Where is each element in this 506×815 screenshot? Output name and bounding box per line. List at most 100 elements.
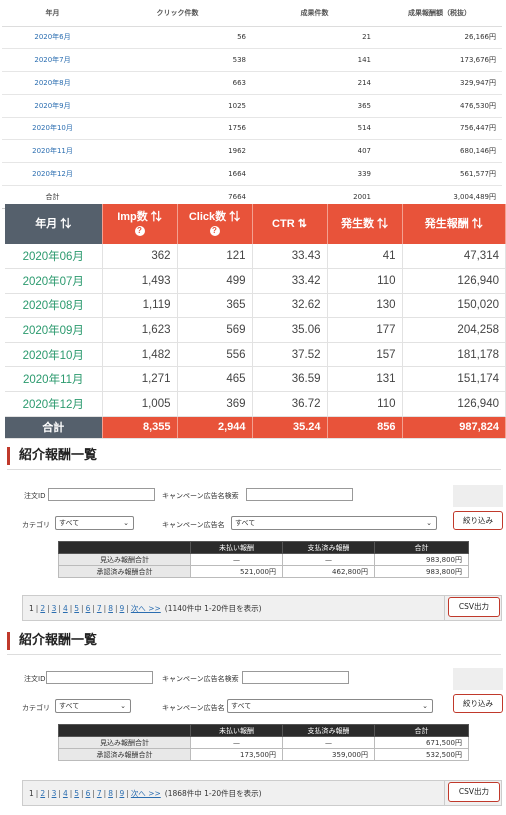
order-id-input[interactable] bbox=[46, 671, 153, 684]
monthly-summary-table: 年月 クリック件数 成果件数 成果報酬額（税抜） 2020年6月 56 21 26,1… bbox=[2, 0, 502, 209]
sort-header-ctr[interactable]: CTR ⇅ bbox=[252, 204, 328, 244]
csv-export-button[interactable]: CSV出力 bbox=[448, 597, 500, 617]
sort-header-month[interactable]: 年月 ⇅ bbox=[5, 204, 103, 244]
ctr-cell: 32.62 bbox=[252, 293, 328, 319]
page-separator: | bbox=[47, 604, 50, 613]
page-separator: | bbox=[81, 789, 84, 798]
next-page-link[interactable]: 次へ >> bbox=[131, 789, 161, 798]
ctr-cell: 35.06 bbox=[252, 317, 328, 343]
page-separator: | bbox=[58, 604, 61, 613]
pager-info: (1140件中 1-20件目を表示) bbox=[164, 604, 262, 613]
campaign-name-label: キャンペーン広告名 bbox=[162, 704, 225, 712]
category-select[interactable]: すべて ⌄ bbox=[55, 516, 134, 530]
next-page-link[interactable]: 次へ >> bbox=[131, 604, 161, 613]
total-reward: 987,824 bbox=[402, 416, 506, 439]
page-link[interactable]: 6 bbox=[86, 604, 91, 613]
page-link[interactable]: 9 bbox=[120, 789, 125, 798]
page-link[interactable]: 6 bbox=[86, 789, 91, 798]
page-link[interactable]: 4 bbox=[63, 604, 68, 613]
month-link[interactable]: 2020年07月 bbox=[5, 268, 103, 294]
help-icon[interactable]: ? bbox=[134, 226, 145, 236]
results-cell: 21 bbox=[252, 26, 377, 50]
campaign-select[interactable]: すべて ⌄ bbox=[227, 699, 433, 713]
month-link[interactable]: 2020年12月 bbox=[2, 162, 103, 186]
category-select-value: すべて bbox=[59, 519, 80, 527]
page-link[interactable]: 2 bbox=[40, 604, 45, 613]
campaign-search-input[interactable] bbox=[246, 488, 353, 501]
csv-panel: CSV出力 bbox=[444, 595, 502, 621]
month-link[interactable]: 2020年10月 bbox=[5, 342, 103, 368]
clicks-cell: 1025 bbox=[103, 94, 252, 118]
header-label: 発生数 ⇅ bbox=[340, 217, 389, 230]
filter-button[interactable]: 絞り込み bbox=[453, 511, 503, 530]
imp-cell: 362 bbox=[102, 244, 178, 270]
table-row: 2020年8月 663 214 329,947円 bbox=[2, 71, 502, 95]
page-link[interactable]: 5 bbox=[74, 789, 79, 798]
order-id-input[interactable] bbox=[48, 488, 155, 501]
column-header: 未払い報酬 bbox=[190, 724, 283, 737]
page-link[interactable]: 2 bbox=[40, 789, 45, 798]
month-link[interactable]: 2020年06月 bbox=[5, 244, 103, 270]
csv-panel: CSV出力 bbox=[444, 780, 502, 806]
row-label: 承認済み報酬合計 bbox=[58, 565, 191, 578]
occ-cell: 41 bbox=[327, 244, 403, 270]
table-row: 承認済み報酬合計 173,500円 359,000円 532,500円 bbox=[58, 748, 469, 761]
campaign-select[interactable]: すべて ⌄ bbox=[231, 516, 437, 530]
results-cell: 214 bbox=[252, 71, 377, 95]
page-link[interactable]: 9 bbox=[120, 604, 125, 613]
page-link[interactable]: 5 bbox=[74, 604, 79, 613]
click-cell: 499 bbox=[177, 268, 253, 294]
month-link[interactable]: 2020年8月 bbox=[2, 71, 103, 95]
clicks-cell: 538 bbox=[103, 48, 252, 72]
page-link[interactable]: 7 bbox=[97, 789, 102, 798]
click-cell: 365 bbox=[177, 293, 253, 319]
sort-header-click[interactable]: Click数 ⇅? bbox=[177, 204, 253, 244]
month-link[interactable]: 2020年09月 bbox=[5, 317, 103, 343]
table-row: 2020年08月 1,119 365 32.62 130 150,020 bbox=[5, 293, 506, 319]
referral-reward-section: 紹介報酬一覧 注文ID キャンペーン広告名検索 カテゴリ すべて ⌄ キャンペーン広告名 すべ… bbox=[0, 443, 506, 623]
category-select[interactable]: すべて ⌄ bbox=[55, 699, 131, 713]
reward-cell: 756,447円 bbox=[377, 117, 502, 141]
campaign-search-label: キャンペーン広告名検索 bbox=[162, 675, 239, 683]
month-link[interactable]: 2020年9月 bbox=[2, 94, 103, 118]
page-link[interactable]: 4 bbox=[63, 789, 68, 798]
reward-cell: 151,174 bbox=[402, 366, 506, 393]
column-header-month: 年月 bbox=[2, 0, 103, 27]
page-link[interactable]: 8 bbox=[108, 789, 113, 798]
clicks-cell: 1664 bbox=[103, 162, 252, 186]
reward-cell: 329,947円 bbox=[377, 71, 502, 95]
page-link[interactable]: 8 bbox=[108, 604, 113, 613]
ctr-cell: 36.59 bbox=[252, 366, 328, 393]
month-link[interactable]: 2020年11月 bbox=[2, 139, 103, 163]
sort-header-imp[interactable]: Imp数 ⇅? bbox=[102, 204, 178, 244]
page-link[interactable]: 3 bbox=[52, 789, 57, 798]
imp-cell: 1,005 bbox=[102, 391, 178, 417]
page: 年月 クリック件数 成果件数 成果報酬額（税抜） 2020年6月 56 21 26,1… bbox=[0, 0, 506, 815]
reward-cell: 476,530円 bbox=[377, 94, 502, 118]
month-link[interactable]: 2020年7月 bbox=[2, 48, 103, 72]
month-link[interactable]: 2020年08月 bbox=[5, 293, 103, 319]
help-icon[interactable]: ? bbox=[209, 226, 220, 236]
month-link[interactable]: 2020年6月 bbox=[2, 26, 103, 50]
table-row: 見込み報酬合計 — —983,800円 bbox=[58, 553, 469, 566]
reward-cell: 204,258 bbox=[402, 317, 506, 343]
sort-header-occurrences[interactable]: 発生数 ⇅ bbox=[327, 204, 403, 244]
campaign-search-label: キャンペーン広告名検索 bbox=[162, 492, 239, 500]
column-header-clicks: クリック件数 bbox=[103, 0, 252, 27]
campaign-search-input[interactable] bbox=[242, 671, 349, 684]
click-cell: 556 bbox=[177, 342, 253, 368]
month-link[interactable]: 2020年12月 bbox=[5, 391, 103, 417]
month-link[interactable]: 2020年10月 bbox=[2, 117, 103, 141]
csv-export-button[interactable]: CSV出力 bbox=[448, 782, 500, 802]
chevron-down-icon: ⌄ bbox=[120, 702, 126, 710]
referral-reward-section: 紹介報酬一覧 注文ID キャンペーン広告名検索 カテゴリ すべて ⌄ キャンペーン広告名 すべ… bbox=[0, 628, 506, 808]
page-link[interactable]: 7 bbox=[97, 604, 102, 613]
month-link[interactable]: 2020年11月 bbox=[5, 366, 103, 393]
page-link[interactable]: 3 bbox=[52, 604, 57, 613]
filter-button[interactable]: 絞り込み bbox=[453, 694, 503, 713]
header-label: Click数 ⇅ bbox=[188, 211, 241, 223]
category-select-value: すべて bbox=[59, 702, 80, 710]
sort-header-reward[interactable]: 発生報酬 ⇅ bbox=[402, 204, 506, 244]
occ-cell: 110 bbox=[327, 391, 403, 417]
column-header bbox=[58, 541, 191, 554]
